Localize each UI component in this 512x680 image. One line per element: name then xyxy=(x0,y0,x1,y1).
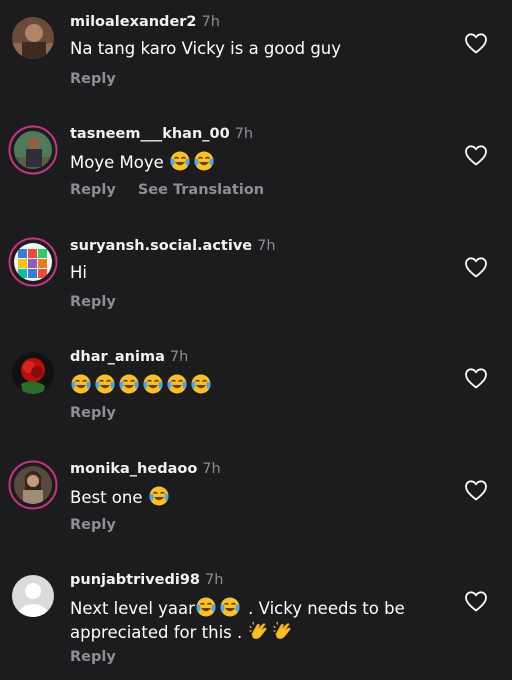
like-heart-icon[interactable] xyxy=(464,479,488,501)
comment-header: tasneem___khan_00 7h xyxy=(70,124,253,144)
avatar[interactable] xyxy=(8,571,58,621)
comment-actions: Reply xyxy=(70,647,116,667)
face-with-tears-of-joy-icon xyxy=(194,151,214,171)
username-link[interactable]: miloalexander2 xyxy=(70,14,197,30)
comment-actions: Reply See Translation xyxy=(70,180,264,200)
reply-button[interactable]: Reply xyxy=(70,649,116,665)
comment-actions: Reply xyxy=(70,515,116,535)
username-link[interactable]: monika_hedaoo xyxy=(70,461,197,477)
see-translation-button[interactable]: See Translation xyxy=(138,182,264,198)
reply-button[interactable]: Reply xyxy=(70,182,116,198)
username-link[interactable]: suryansh.social.active xyxy=(70,238,252,254)
comment-text: Best one xyxy=(70,485,450,509)
clapping-hands-icon xyxy=(248,621,267,640)
face-with-tears-of-joy-icon xyxy=(191,374,211,394)
comment-time: 7h xyxy=(205,572,224,588)
avatar-photo xyxy=(12,17,54,59)
reply-button[interactable]: Reply xyxy=(70,405,116,421)
comment-text: Na tang karo Vicky is a good guy xyxy=(70,39,342,58)
comment-header: monika_hedaoo 7h xyxy=(70,459,221,479)
comment-header: suryansh.social.active 7h xyxy=(70,236,276,256)
like-heart-icon[interactable] xyxy=(464,590,488,612)
avatar[interactable] xyxy=(8,237,58,287)
username-link[interactable]: tasneem___khan_00 xyxy=(70,126,230,142)
comment-time: 7h xyxy=(234,126,254,142)
comment-actions: Reply xyxy=(70,292,116,312)
reply-button[interactable]: Reply xyxy=(70,71,116,87)
comment-actions: Reply xyxy=(70,403,116,423)
avatar[interactable] xyxy=(8,460,58,510)
avatar[interactable] xyxy=(8,13,58,63)
avatar[interactable] xyxy=(8,348,58,398)
face-with-tears-of-joy-icon xyxy=(119,374,139,394)
face-with-tears-of-joy-icon xyxy=(71,374,91,394)
comments-list: miloalexander2 7h Na tang karo Vicky is a… xyxy=(0,0,512,680)
face-with-tears-of-joy-icon xyxy=(196,597,216,617)
comment-text-content: Moye Moye xyxy=(70,153,164,172)
avatar-photo-with-story-ring xyxy=(8,460,58,510)
comment-text: Moye Moye xyxy=(70,150,450,174)
like-heart-icon[interactable] xyxy=(464,256,488,278)
face-with-tears-of-joy-icon xyxy=(170,151,190,171)
avatar-photo-with-story-ring xyxy=(8,125,58,175)
face-with-tears-of-joy-icon xyxy=(149,486,169,506)
comment-header: miloalexander2 7h xyxy=(70,12,220,32)
face-with-tears-of-joy-icon xyxy=(220,597,240,617)
username-link[interactable]: dhar_anima xyxy=(70,349,165,365)
avatar-photo-with-story-ring xyxy=(8,237,58,287)
comment-time: 7h xyxy=(202,461,221,477)
like-heart-icon[interactable] xyxy=(464,367,488,389)
default-avatar-icon xyxy=(12,575,54,617)
reply-button[interactable]: Reply xyxy=(70,517,116,533)
comment-text-part-1: Next level yaar xyxy=(70,599,195,618)
comment-header: punjabtrivedi98 7h xyxy=(70,570,223,590)
comment-actions: Reply xyxy=(70,69,116,89)
face-with-tears-of-joy-icon xyxy=(95,374,115,394)
like-heart-icon[interactable] xyxy=(464,144,488,166)
comment-text xyxy=(70,373,450,397)
comment-text: Hi xyxy=(70,263,87,282)
rose-photo xyxy=(12,352,54,394)
comment-text: Next level yaar . Vicky needs to be appr… xyxy=(70,596,430,644)
face-with-tears-of-joy-icon xyxy=(167,374,187,394)
comment-time: 7h xyxy=(257,238,276,254)
comment-time: 7h xyxy=(201,14,220,30)
comment-text-content: Best one xyxy=(70,488,143,507)
comment-header: dhar_anima 7h xyxy=(70,347,188,367)
username-link[interactable]: punjabtrivedi98 xyxy=(70,572,200,588)
clapping-hands-icon xyxy=(272,621,291,640)
like-heart-icon[interactable] xyxy=(464,32,488,54)
reply-button[interactable]: Reply xyxy=(70,294,116,310)
avatar[interactable] xyxy=(8,125,58,175)
face-with-tears-of-joy-icon xyxy=(143,374,163,394)
comment-time: 7h xyxy=(169,349,189,365)
